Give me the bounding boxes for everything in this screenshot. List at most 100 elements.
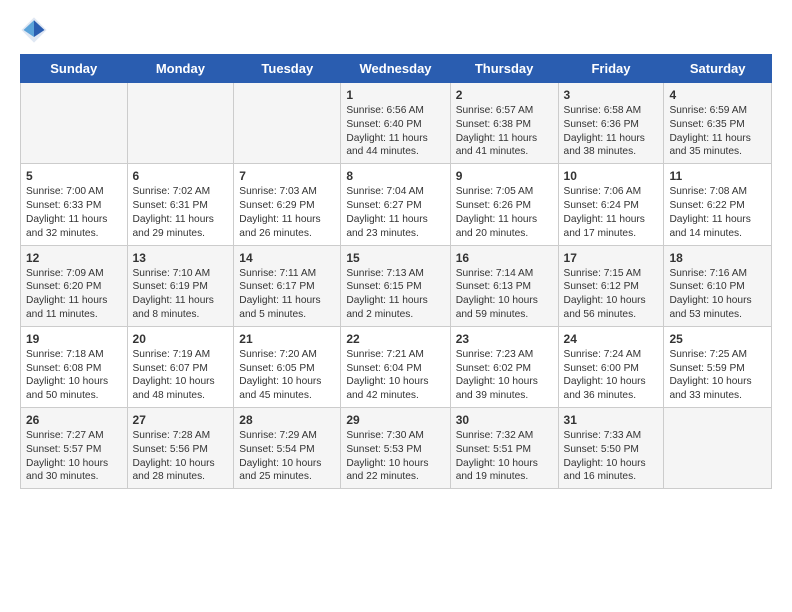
weekday-friday: Friday <box>558 55 664 83</box>
page: SundayMondayTuesdayWednesdayThursdayFrid… <box>0 0 792 499</box>
calendar-cell: 31Sunrise: 7:33 AMSunset: 5:50 PMDayligh… <box>558 408 664 489</box>
weekday-sunday: Sunday <box>21 55 128 83</box>
day-info: Sunset: 5:53 PM <box>346 443 444 457</box>
day-number: 8 <box>346 168 444 184</box>
day-number: 2 <box>456 87 553 103</box>
day-info: Sunset: 6:38 PM <box>456 118 553 132</box>
day-info: Sunset: 6:02 PM <box>456 362 553 376</box>
day-info: Sunset: 6:13 PM <box>456 280 553 294</box>
day-number: 7 <box>239 168 335 184</box>
day-info: Daylight: 10 hours <box>669 375 766 389</box>
day-info: and 45 minutes. <box>239 389 335 403</box>
day-info: Daylight: 10 hours <box>239 375 335 389</box>
calendar-cell <box>234 83 341 164</box>
day-info: and 2 minutes. <box>346 308 444 322</box>
day-info: Daylight: 11 hours <box>133 213 229 227</box>
day-info: Daylight: 11 hours <box>26 213 122 227</box>
day-info: and 22 minutes. <box>346 470 444 484</box>
day-info: Daylight: 11 hours <box>456 213 553 227</box>
day-number: 14 <box>239 250 335 266</box>
day-info: Daylight: 11 hours <box>346 294 444 308</box>
day-info: Sunrise: 6:59 AM <box>669 104 766 118</box>
day-info: Sunset: 6:04 PM <box>346 362 444 376</box>
day-number: 26 <box>26 412 122 428</box>
calendar-cell: 22Sunrise: 7:21 AMSunset: 6:04 PMDayligh… <box>341 326 450 407</box>
calendar-cell: 4Sunrise: 6:59 AMSunset: 6:35 PMDaylight… <box>664 83 772 164</box>
calendar-cell: 9Sunrise: 7:05 AMSunset: 6:26 PMDaylight… <box>450 164 558 245</box>
day-number: 28 <box>239 412 335 428</box>
calendar-cell: 13Sunrise: 7:10 AMSunset: 6:19 PMDayligh… <box>127 245 234 326</box>
day-info: Daylight: 11 hours <box>239 213 335 227</box>
day-info: Sunrise: 7:18 AM <box>26 348 122 362</box>
day-number: 13 <box>133 250 229 266</box>
calendar-table: SundayMondayTuesdayWednesdayThursdayFrid… <box>20 54 772 489</box>
day-number: 20 <box>133 331 229 347</box>
day-number: 16 <box>456 250 553 266</box>
day-info: Sunrise: 7:10 AM <box>133 267 229 281</box>
day-info: and 30 minutes. <box>26 470 122 484</box>
day-info: Sunrise: 7:19 AM <box>133 348 229 362</box>
calendar-cell: 1Sunrise: 6:56 AMSunset: 6:40 PMDaylight… <box>341 83 450 164</box>
day-info: Sunset: 5:59 PM <box>669 362 766 376</box>
day-info: Sunrise: 7:29 AM <box>239 429 335 443</box>
calendar-cell: 18Sunrise: 7:16 AMSunset: 6:10 PMDayligh… <box>664 245 772 326</box>
calendar-cell: 5Sunrise: 7:00 AMSunset: 6:33 PMDaylight… <box>21 164 128 245</box>
weekday-monday: Monday <box>127 55 234 83</box>
calendar-cell: 20Sunrise: 7:19 AMSunset: 6:07 PMDayligh… <box>127 326 234 407</box>
day-info: Daylight: 10 hours <box>456 457 553 471</box>
day-info: Sunrise: 7:23 AM <box>456 348 553 362</box>
day-info: Sunrise: 7:00 AM <box>26 185 122 199</box>
calendar-cell <box>21 83 128 164</box>
day-number: 17 <box>564 250 659 266</box>
day-info: Sunrise: 7:27 AM <box>26 429 122 443</box>
header <box>20 16 772 44</box>
day-info: and 42 minutes. <box>346 389 444 403</box>
day-info: and 19 minutes. <box>456 470 553 484</box>
calendar-cell: 10Sunrise: 7:06 AMSunset: 6:24 PMDayligh… <box>558 164 664 245</box>
calendar-cell: 29Sunrise: 7:30 AMSunset: 5:53 PMDayligh… <box>341 408 450 489</box>
day-info: and 29 minutes. <box>133 227 229 241</box>
day-number: 30 <box>456 412 553 428</box>
day-info: Sunset: 6:31 PM <box>133 199 229 213</box>
day-info: Sunset: 5:56 PM <box>133 443 229 457</box>
day-info: Daylight: 11 hours <box>239 294 335 308</box>
calendar-cell: 11Sunrise: 7:08 AMSunset: 6:22 PMDayligh… <box>664 164 772 245</box>
week-row-2: 5Sunrise: 7:00 AMSunset: 6:33 PMDaylight… <box>21 164 772 245</box>
day-info: Sunset: 6:07 PM <box>133 362 229 376</box>
calendar-cell <box>664 408 772 489</box>
weekday-thursday: Thursday <box>450 55 558 83</box>
calendar-cell: 7Sunrise: 7:03 AMSunset: 6:29 PMDaylight… <box>234 164 341 245</box>
day-info: Sunrise: 7:05 AM <box>456 185 553 199</box>
day-info: Sunrise: 7:13 AM <box>346 267 444 281</box>
day-info: Daylight: 11 hours <box>564 132 659 146</box>
day-number: 4 <box>669 87 766 103</box>
day-number: 21 <box>239 331 335 347</box>
day-info: Daylight: 10 hours <box>26 375 122 389</box>
day-info: Sunset: 6:27 PM <box>346 199 444 213</box>
day-info: Sunrise: 6:56 AM <box>346 104 444 118</box>
week-row-3: 12Sunrise: 7:09 AMSunset: 6:20 PMDayligh… <box>21 245 772 326</box>
day-number: 5 <box>26 168 122 184</box>
day-info: Sunset: 6:26 PM <box>456 199 553 213</box>
day-info: Daylight: 11 hours <box>564 213 659 227</box>
day-info: and 41 minutes. <box>456 145 553 159</box>
day-info: and 16 minutes. <box>564 470 659 484</box>
day-info: Daylight: 10 hours <box>456 375 553 389</box>
day-number: 6 <box>133 168 229 184</box>
day-number: 19 <box>26 331 122 347</box>
weekday-wednesday: Wednesday <box>341 55 450 83</box>
day-info: and 59 minutes. <box>456 308 553 322</box>
day-info: Sunrise: 6:57 AM <box>456 104 553 118</box>
calendar-cell: 24Sunrise: 7:24 AMSunset: 6:00 PMDayligh… <box>558 326 664 407</box>
day-info: Sunrise: 7:09 AM <box>26 267 122 281</box>
weekday-header-row: SundayMondayTuesdayWednesdayThursdayFrid… <box>21 55 772 83</box>
calendar-cell: 19Sunrise: 7:18 AMSunset: 6:08 PMDayligh… <box>21 326 128 407</box>
calendar-cell: 15Sunrise: 7:13 AMSunset: 6:15 PMDayligh… <box>341 245 450 326</box>
calendar-cell: 27Sunrise: 7:28 AMSunset: 5:56 PMDayligh… <box>127 408 234 489</box>
calendar-cell: 25Sunrise: 7:25 AMSunset: 5:59 PMDayligh… <box>664 326 772 407</box>
day-info: Sunrise: 7:28 AM <box>133 429 229 443</box>
day-info: Sunset: 6:36 PM <box>564 118 659 132</box>
day-info: Daylight: 11 hours <box>346 213 444 227</box>
day-number: 1 <box>346 87 444 103</box>
day-info: Sunrise: 7:14 AM <box>456 267 553 281</box>
